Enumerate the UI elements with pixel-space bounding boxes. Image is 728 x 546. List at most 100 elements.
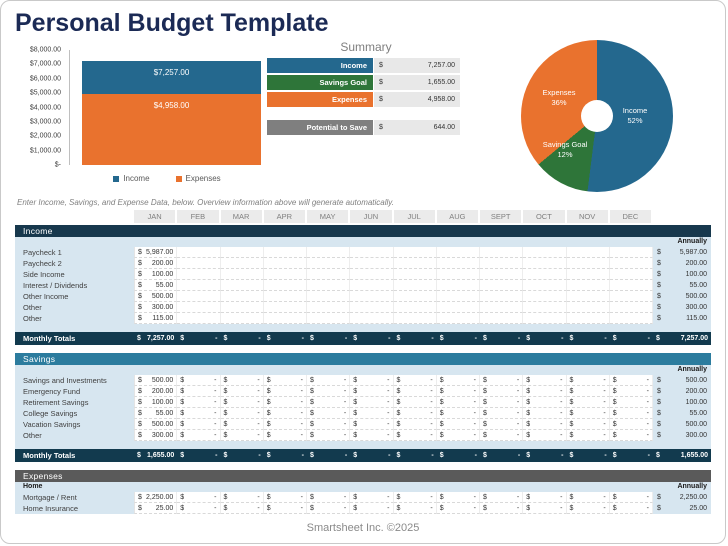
cell-income-row3-jul[interactable] xyxy=(394,280,437,291)
cell-savings-row0-jan[interactable]: $500.00 xyxy=(134,375,177,386)
cell-savings-row3-aug[interactable]: $- xyxy=(437,408,480,419)
cell-income-row2-dec[interactable] xyxy=(610,269,653,280)
cell-savings-row3-feb[interactable]: $- xyxy=(177,408,220,419)
cell-income-row1-oct[interactable] xyxy=(523,258,566,269)
cell-savings-row2-jul[interactable]: $- xyxy=(394,397,437,408)
cell-expenses-row0-aug[interactable]: $- xyxy=(437,492,480,503)
cell-income-row6-aug[interactable] xyxy=(437,313,480,324)
cell-savings-row3-sept[interactable]: $- xyxy=(480,408,523,419)
cell-savings-row0-aug[interactable]: $- xyxy=(437,375,480,386)
cell-expenses-row0-nov[interactable]: $- xyxy=(567,492,610,503)
cell-income-row4-mar[interactable] xyxy=(221,291,264,302)
cell-income-row2-aug[interactable] xyxy=(437,269,480,280)
cell-savings-row5-aug[interactable]: $- xyxy=(437,430,480,441)
cell-income-row2-sept[interactable] xyxy=(480,269,523,280)
cell-savings-row4-may[interactable]: $- xyxy=(307,419,350,430)
cell-savings-row2-may[interactable]: $- xyxy=(307,397,350,408)
cell-income-row2-may[interactable] xyxy=(307,269,350,280)
cell-savings-row3-jan[interactable]: $55.00 xyxy=(134,408,177,419)
cell-savings-row4-jan[interactable]: $500.00 xyxy=(134,419,177,430)
cell-expenses-row1-mar[interactable]: $- xyxy=(221,503,264,514)
cell-income-row4-oct[interactable] xyxy=(523,291,566,302)
cell-income-row1-mar[interactable] xyxy=(221,258,264,269)
cell-income-row6-sept[interactable] xyxy=(480,313,523,324)
cell-income-row6-oct[interactable] xyxy=(523,313,566,324)
cell-income-row6-feb[interactable] xyxy=(177,313,220,324)
cell-expenses-row1-aug[interactable]: $- xyxy=(437,503,480,514)
cell-income-row1-apr[interactable] xyxy=(264,258,307,269)
cell-income-row2-jul[interactable] xyxy=(394,269,437,280)
cell-savings-row0-sept[interactable]: $- xyxy=(480,375,523,386)
cell-savings-row5-apr[interactable]: $- xyxy=(264,430,307,441)
cell-income-row6-mar[interactable] xyxy=(221,313,264,324)
cell-savings-row5-jan[interactable]: $300.00 xyxy=(134,430,177,441)
cell-savings-row0-nov[interactable]: $- xyxy=(567,375,610,386)
cell-expenses-row0-mar[interactable]: $- xyxy=(221,492,264,503)
cell-income-row0-jul[interactable] xyxy=(394,247,437,258)
cell-income-row0-nov[interactable] xyxy=(567,247,610,258)
cell-savings-row1-mar[interactable]: $- xyxy=(221,386,264,397)
cell-expenses-row1-jun[interactable]: $- xyxy=(350,503,393,514)
cell-income-row2-oct[interactable] xyxy=(523,269,566,280)
cell-income-row3-jan[interactable]: $55.00 xyxy=(134,280,177,291)
cell-expenses-row1-feb[interactable]: $- xyxy=(177,503,220,514)
cell-income-row3-apr[interactable] xyxy=(264,280,307,291)
cell-savings-row0-jun[interactable]: $- xyxy=(350,375,393,386)
cell-expenses-row1-jul[interactable]: $- xyxy=(394,503,437,514)
cell-savings-row4-nov[interactable]: $- xyxy=(567,419,610,430)
cell-income-row6-may[interactable] xyxy=(307,313,350,324)
cell-income-row0-jun[interactable] xyxy=(350,247,393,258)
cell-savings-row0-apr[interactable]: $- xyxy=(264,375,307,386)
cell-savings-row0-dec[interactable]: $- xyxy=(610,375,653,386)
cell-savings-row4-aug[interactable]: $- xyxy=(437,419,480,430)
cell-income-row1-jun[interactable] xyxy=(350,258,393,269)
cell-income-row6-jun[interactable] xyxy=(350,313,393,324)
cell-income-row1-aug[interactable] xyxy=(437,258,480,269)
cell-savings-row2-feb[interactable]: $- xyxy=(177,397,220,408)
cell-income-row5-oct[interactable] xyxy=(523,302,566,313)
cell-income-row0-oct[interactable] xyxy=(523,247,566,258)
cell-income-row4-aug[interactable] xyxy=(437,291,480,302)
cell-income-row6-dec[interactable] xyxy=(610,313,653,324)
cell-income-row3-nov[interactable] xyxy=(567,280,610,291)
cell-income-row3-mar[interactable] xyxy=(221,280,264,291)
cell-income-row5-sept[interactable] xyxy=(480,302,523,313)
cell-income-row5-feb[interactable] xyxy=(177,302,220,313)
cell-expenses-row0-apr[interactable]: $- xyxy=(264,492,307,503)
cell-income-row2-jan[interactable]: $100.00 xyxy=(134,269,177,280)
cell-savings-row2-jun[interactable]: $- xyxy=(350,397,393,408)
cell-income-row6-nov[interactable] xyxy=(567,313,610,324)
cell-expenses-row0-may[interactable]: $- xyxy=(307,492,350,503)
cell-savings-row3-jul[interactable]: $- xyxy=(394,408,437,419)
cell-savings-row2-nov[interactable]: $- xyxy=(567,397,610,408)
cell-income-row0-sept[interactable] xyxy=(480,247,523,258)
cell-savings-row2-oct[interactable]: $- xyxy=(523,397,566,408)
cell-savings-row3-mar[interactable]: $- xyxy=(221,408,264,419)
cell-income-row6-jul[interactable] xyxy=(394,313,437,324)
cell-savings-row0-feb[interactable]: $- xyxy=(177,375,220,386)
cell-expenses-row1-may[interactable]: $- xyxy=(307,503,350,514)
cell-income-row0-dec[interactable] xyxy=(610,247,653,258)
cell-savings-row3-jun[interactable]: $- xyxy=(350,408,393,419)
cell-income-row2-feb[interactable] xyxy=(177,269,220,280)
cell-savings-row1-dec[interactable]: $- xyxy=(610,386,653,397)
cell-income-row5-nov[interactable] xyxy=(567,302,610,313)
cell-savings-row1-oct[interactable]: $- xyxy=(523,386,566,397)
cell-income-row6-apr[interactable] xyxy=(264,313,307,324)
cell-savings-row2-aug[interactable]: $- xyxy=(437,397,480,408)
cell-savings-row2-mar[interactable]: $- xyxy=(221,397,264,408)
cell-expenses-row1-apr[interactable]: $- xyxy=(264,503,307,514)
cell-savings-row5-nov[interactable]: $- xyxy=(567,430,610,441)
cell-income-row0-apr[interactable] xyxy=(264,247,307,258)
cell-income-row0-feb[interactable] xyxy=(177,247,220,258)
cell-savings-row3-nov[interactable]: $- xyxy=(567,408,610,419)
cell-income-row4-apr[interactable] xyxy=(264,291,307,302)
cell-income-row4-feb[interactable] xyxy=(177,291,220,302)
cell-income-row4-sept[interactable] xyxy=(480,291,523,302)
cell-income-row5-mar[interactable] xyxy=(221,302,264,313)
cell-expenses-row0-jul[interactable]: $- xyxy=(394,492,437,503)
cell-savings-row3-oct[interactable]: $- xyxy=(523,408,566,419)
cell-savings-row3-may[interactable]: $- xyxy=(307,408,350,419)
cell-income-row5-aug[interactable] xyxy=(437,302,480,313)
cell-savings-row0-may[interactable]: $- xyxy=(307,375,350,386)
